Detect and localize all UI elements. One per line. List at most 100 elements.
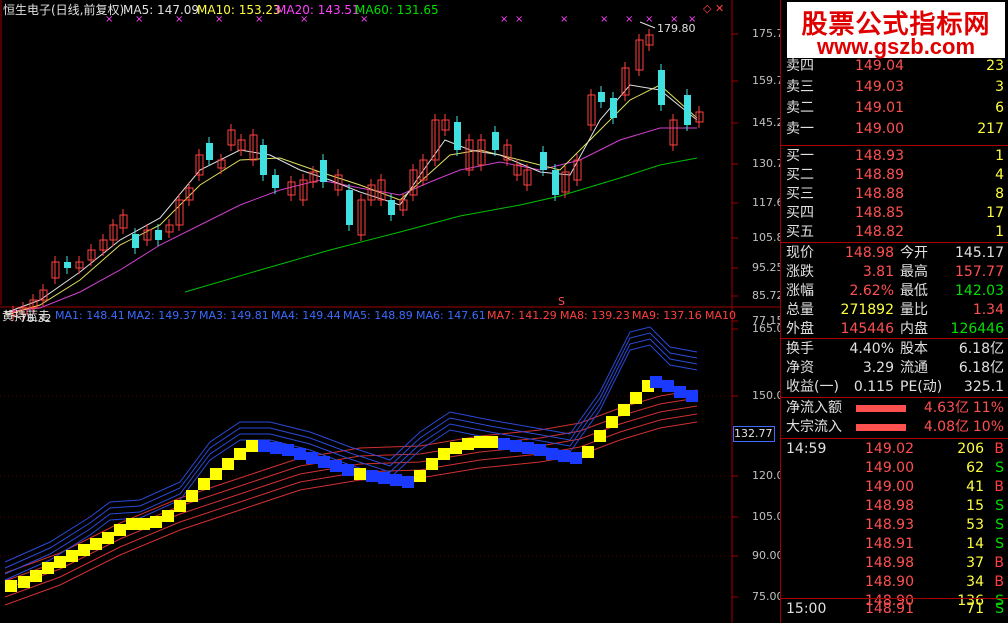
quote-divider — [780, 242, 1008, 243]
blue-walk-block — [270, 442, 282, 454]
tick-row[interactable]: 15:00 148.91 71 S — [784, 600, 1006, 619]
candle-down — [346, 190, 353, 225]
price-axis-label: 95.25 — [752, 261, 784, 274]
quote-value: 6.18亿 — [958, 360, 1004, 376]
tick-price: 149.00 — [865, 479, 914, 495]
order-volume: 1 — [995, 224, 1004, 240]
blue-walk-block — [366, 470, 378, 482]
quote-label: 量比 — [900, 302, 928, 318]
order-book-sell-row[interactable]: 卖三 149.03 3 — [784, 78, 1006, 97]
candle-down — [132, 234, 139, 248]
tick-side: S — [995, 498, 1004, 514]
order-volume: 6 — [995, 100, 1004, 116]
order-level-label: 买二 — [786, 167, 814, 183]
chart-close-icon[interactable]: ◇ ✕ — [703, 2, 724, 16]
yellow-hold-block — [90, 538, 102, 550]
yellow-hold-block — [594, 430, 606, 442]
order-book-buy-row[interactable]: 买一 148.93 1 — [784, 147, 1006, 166]
indicator-axis-label: 165.0 — [752, 322, 784, 335]
tick-side: S — [995, 460, 1004, 476]
indicator-ma-label: MA6: 147.61 — [416, 309, 486, 322]
order-book-buy-row[interactable]: 买二 148.89 4 — [784, 166, 1006, 185]
tick-row[interactable]: 148.91 14 S — [784, 535, 1006, 554]
quote-value: 157.77 — [955, 264, 1004, 280]
candle-down — [206, 143, 213, 160]
tick-price: 148.98 — [865, 498, 914, 514]
tick-divider — [780, 438, 1008, 439]
tick-volume: 206 — [957, 441, 984, 457]
price-axis-label: 117.6 — [752, 196, 784, 209]
order-book-buy-row[interactable]: 买四 148.85 17 — [784, 204, 1006, 223]
blue-walk-block — [686, 390, 698, 402]
blue-walk-block — [558, 450, 570, 462]
candle-down — [684, 95, 691, 125]
tick-price: 148.90 — [865, 574, 914, 590]
yellow-hold-block — [138, 518, 150, 530]
quote-label: 涨幅 — [786, 283, 814, 299]
tick-row[interactable]: 149.00 41 B — [784, 478, 1006, 497]
quote-label: 最高 — [900, 264, 928, 280]
price-axis-label: 130.7 — [752, 157, 784, 170]
ma10-label: MA10: 153.23 — [197, 3, 281, 17]
yellow-hold-block — [198, 478, 210, 490]
quote-label: 换手 — [786, 341, 814, 357]
quote-label: 股本 — [900, 341, 928, 357]
indicator-axis-label: 150.0 — [752, 389, 784, 402]
flow-pct: 10% — [972, 419, 1004, 435]
quote-row: 总量 271892 量比 1.34 — [784, 301, 1006, 320]
indicator-axis-label: 90.00 — [752, 549, 784, 562]
indicator-ma-label: MA1: 148.41 — [55, 309, 125, 322]
signal-x-mark: × — [645, 14, 653, 25]
tick-side: S — [995, 517, 1004, 533]
yellow-hold-block — [114, 524, 126, 536]
quote-row: 涨跌 3.81 最高 157.77 — [784, 263, 1006, 282]
order-book-buy-row[interactable]: 买五 148.82 1 — [784, 223, 1006, 242]
yellow-hold-block — [474, 436, 486, 448]
chart-area[interactable]: × × × × × × × × × × × × × × × 恒生电子(日线,前复权) MA5: 147.09… — [0, 0, 784, 623]
tick-row[interactable]: 14:59 149.02 206 B — [784, 440, 1006, 459]
high-marker: 179.80 — [657, 22, 696, 35]
quote-value: 3.29 — [862, 360, 894, 376]
quote-row: 净资 3.29 流通 6.18亿 — [784, 359, 1006, 378]
tick-time: 15:00 — [786, 601, 827, 617]
quote-value: 3.81 — [862, 264, 894, 280]
quote-value: 145446 — [840, 321, 894, 337]
signal-x-mark: × — [625, 14, 633, 25]
tick-price: 148.91 — [865, 601, 914, 617]
signal-x-mark: × — [500, 14, 508, 25]
order-price: 148.85 — [855, 205, 904, 221]
order-book-buy-row[interactable]: 买三 148.88 8 — [784, 185, 1006, 204]
tick-volume: 71 — [966, 601, 984, 617]
quote-value: 145.17 — [955, 245, 1004, 261]
quote-value: 325.1 — [963, 379, 1004, 395]
order-book-sell-row[interactable]: 卖一 149.00 217 — [784, 120, 1006, 139]
tick-row[interactable]: 148.98 37 B — [784, 554, 1006, 573]
tick-row[interactable]: 148.98 15 S — [784, 497, 1006, 516]
quote-value: 6.18亿 — [958, 341, 1004, 357]
yellow-hold-block — [450, 442, 462, 454]
blue-walk-block — [402, 476, 414, 488]
indicator-ma-label: MA10 — [705, 309, 737, 322]
tick-row[interactable]: 148.93 53 S — [784, 516, 1006, 535]
order-level-label: 卖一 — [786, 121, 814, 137]
yellow-hold-block — [66, 550, 78, 562]
order-price: 149.01 — [855, 100, 904, 116]
quote-label: 今开 — [900, 245, 928, 261]
blue-walk-block — [342, 464, 354, 476]
yellow-hold-block — [354, 468, 366, 480]
tick-row[interactable]: 148.90 34 B — [784, 573, 1006, 592]
candle-down — [388, 200, 395, 215]
tick-side: B — [994, 574, 1004, 590]
order-volume: 217 — [977, 121, 1004, 137]
yellow-hold-block — [234, 448, 246, 460]
price-axis-label: 145.2 — [752, 116, 784, 129]
quote-row: 外盘 145446 内盘 126446 — [784, 320, 1006, 339]
tick-row[interactable]: 149.00 62 S — [784, 459, 1006, 478]
stock-title: 恒生电子(日线,前复权) — [3, 3, 125, 17]
order-book-sell-row[interactable]: 卖二 149.01 6 — [784, 99, 1006, 118]
tick-volume: 15 — [966, 498, 984, 514]
tick-volume: 34 — [966, 574, 984, 590]
yellow-hold-block — [162, 510, 174, 522]
indicator-ma-label: MA4: 149.44 — [271, 309, 341, 322]
yellow-hold-block — [630, 392, 642, 404]
